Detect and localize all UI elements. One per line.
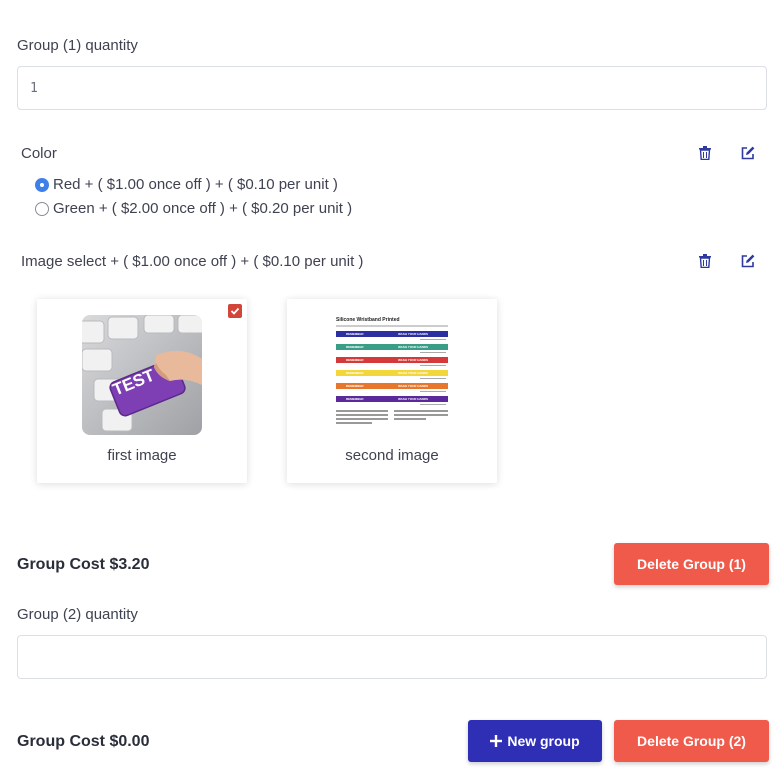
trash-icon xyxy=(699,254,711,268)
doc-band-caption xyxy=(420,404,446,405)
doc-band-text-right: WASH YOUR HANDS xyxy=(398,397,428,401)
doc-band-text-left: REMEMBER xyxy=(346,345,364,349)
doc-band-text-left: REMEMBER xyxy=(346,371,364,375)
delete-group-1-button[interactable]: Delete Group (1) xyxy=(614,543,769,585)
color-choice-green-label: Green + ( $2.00 once off ) + ( $0.20 per… xyxy=(53,200,353,217)
doc-band-text-left: REMEMBER xyxy=(346,332,364,336)
group1-quantity-value: 1 xyxy=(30,81,38,96)
doc-band-caption xyxy=(420,378,446,379)
doc-band-text-right: WASH YOUR HANDS xyxy=(398,384,428,388)
first-image-thumbnail: TEST xyxy=(82,315,202,435)
radio-button-red[interactable] xyxy=(35,177,49,192)
color-choice-red[interactable]: Red + ( $1.00 once off ) + ( $0.10 per u… xyxy=(35,176,338,193)
second-image-thumbnail: Silicone Wristband Printed REMEMBER WASH … xyxy=(332,315,452,435)
image-card-first[interactable]: TEST first image xyxy=(37,299,247,483)
doc-text-block-left xyxy=(336,410,388,426)
doc-band-caption xyxy=(420,391,446,392)
group2-quantity-input[interactable] xyxy=(17,635,767,679)
doc-band: REMEMBER WASH YOUR HANDS xyxy=(336,357,448,363)
second-image-caption: second image xyxy=(345,447,439,464)
delete-group-2-button[interactable]: Delete Group (2) xyxy=(614,720,769,762)
doc-band-text-right: WASH YOUR HANDS xyxy=(398,345,428,349)
doc-band-text-right: WASH YOUR HANDS xyxy=(398,332,428,336)
group2-cost: Group Cost $0.00 xyxy=(17,733,150,750)
doc-band: REMEMBER WASH YOUR HANDS xyxy=(336,331,448,337)
group1-quantity-input[interactable]: 1 xyxy=(17,66,767,110)
check-icon xyxy=(230,307,240,315)
trash-icon xyxy=(699,146,711,160)
doc-text-block-right xyxy=(394,410,448,422)
group2-quantity-label: Group (2) quantity xyxy=(17,606,138,623)
plus-icon xyxy=(490,735,503,747)
doc-band-text-left: REMEMBER xyxy=(346,358,364,362)
doc-divider xyxy=(336,325,448,327)
group1-quantity-label: Group (1) quantity xyxy=(17,37,138,54)
doc-band-caption xyxy=(420,352,446,353)
doc-band: REMEMBER WASH YOUR HANDS xyxy=(336,370,448,376)
edit-icon xyxy=(741,254,755,268)
first-image-caption: first image xyxy=(107,447,177,464)
color-edit-button[interactable] xyxy=(739,144,757,162)
image-card-second[interactable]: Silicone Wristband Printed REMEMBER WASH … xyxy=(287,299,497,483)
doc-band-caption xyxy=(420,339,446,340)
image-edit-button[interactable] xyxy=(739,252,757,270)
new-group-button[interactable]: New group xyxy=(468,720,602,762)
second-image-doc-title: Silicone Wristband Printed xyxy=(336,317,400,323)
doc-band-text-left: REMEMBER xyxy=(346,397,364,401)
color-choice-green[interactable]: Green + ( $2.00 once off ) + ( $0.20 per… xyxy=(35,200,352,217)
doc-band: REMEMBER WASH YOUR HANDS xyxy=(336,344,448,350)
doc-band: REMEMBER WASH YOUR HANDS xyxy=(336,383,448,389)
color-delete-button[interactable] xyxy=(696,144,714,162)
edit-icon xyxy=(741,146,755,160)
doc-band-caption xyxy=(420,365,446,366)
image-selected-checkbox[interactable] xyxy=(228,304,242,318)
image-delete-button[interactable] xyxy=(696,252,714,270)
color-choice-red-label: Red + ( $1.00 once off ) + ( $0.10 per u… xyxy=(53,176,338,193)
doc-band: REMEMBER WASH YOUR HANDS xyxy=(336,396,448,402)
radio-button-green[interactable] xyxy=(35,201,49,216)
doc-band-text-right: WASH YOUR HANDS xyxy=(398,371,428,375)
image-option-label: Image select + ( $1.00 once off ) + ( $0… xyxy=(21,253,364,270)
doc-band-text-right: WASH YOUR HANDS xyxy=(398,358,428,362)
group1-cost: Group Cost $3.20 xyxy=(17,556,150,573)
new-group-label: New group xyxy=(507,733,580,749)
color-option-label: Color xyxy=(21,145,57,162)
doc-band-text-left: REMEMBER xyxy=(346,384,364,388)
